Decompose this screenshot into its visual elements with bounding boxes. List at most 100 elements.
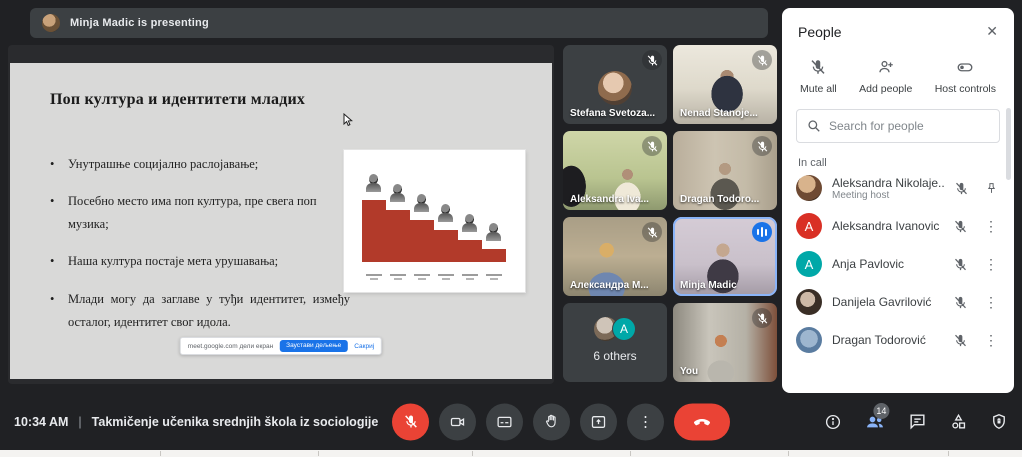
tile-aleksandra-iva[interactable]: Aleksandra Iva...	[563, 131, 667, 210]
participant-name: Anja Pavlovic	[832, 257, 943, 271]
participant-name: Danijela Gavrilović	[832, 295, 943, 309]
mute-all-button[interactable]: Mute all	[800, 58, 837, 95]
participant-name: Dragan Todorović	[832, 333, 943, 347]
hide-banner-link[interactable]: Сакриј	[354, 343, 374, 350]
more-options-button[interactable]: ⋮	[627, 403, 664, 440]
share-banner-text: meet.google.com дели екран	[188, 343, 273, 350]
tile-nenad[interactable]: Nenad Stanoje...	[673, 45, 777, 124]
chat-panel-button[interactable]	[908, 412, 927, 431]
info-icon	[824, 413, 842, 431]
divider: |	[78, 415, 81, 429]
captions-icon	[496, 413, 513, 430]
screen-share-banner: meet.google.com дели екран Заустави деље…	[180, 337, 382, 355]
add-people-button[interactable]: Add people	[859, 58, 912, 95]
close-icon[interactable]: ✕	[986, 23, 998, 40]
mic-muted-icon	[752, 308, 772, 328]
pin-icon[interactable]	[985, 181, 998, 196]
mic-off-icon	[954, 181, 969, 196]
people-panel-title: People	[798, 24, 842, 40]
meeting-details-button[interactable]	[824, 413, 842, 431]
participant-row[interactable]: Dragan Todorović ⋮	[782, 321, 1014, 359]
raise-hand-button[interactable]	[533, 403, 570, 440]
mic-muted-icon	[752, 50, 772, 70]
search-input[interactable]	[829, 119, 979, 133]
tile-others-overflow[interactable]: A 6 others	[563, 303, 667, 382]
participant-row[interactable]: A Anja Pavlovic ⋮	[782, 245, 1014, 283]
more-options-icon[interactable]: ⋮	[984, 256, 998, 273]
mic-off-icon	[953, 257, 968, 272]
tile-stefana[interactable]: Stefana Svetoza...	[563, 45, 667, 124]
mic-off-icon	[953, 333, 968, 348]
slide-bullet: Млади могу да заглаве у туђи идентитет, …	[50, 288, 350, 334]
hand-icon	[544, 414, 560, 430]
panel-scrollbar[interactable]	[1006, 108, 1011, 180]
slide-bullet: Унутрашње социјално раслојавање;	[50, 153, 350, 176]
mic-toggle-button[interactable]	[392, 403, 429, 440]
avatar	[598, 71, 632, 105]
camera-toggle-button[interactable]	[439, 403, 476, 440]
captions-button[interactable]	[486, 403, 523, 440]
others-count-label: 6 others	[593, 349, 636, 363]
mic-off-icon	[403, 414, 419, 430]
people-panel-button[interactable]: 14	[864, 412, 886, 432]
chat-icon	[908, 412, 927, 431]
participant-name: Aleksandra Ivanovic	[832, 219, 943, 233]
mic-muted-icon	[642, 50, 662, 70]
speaking-indicator-icon	[752, 222, 772, 242]
idol-portrait	[390, 184, 405, 202]
mic-off-icon	[953, 295, 968, 310]
activities-icon	[949, 412, 968, 431]
participant-list: Aleksandra Nikolaje... (You) Meeting hos…	[782, 173, 1014, 363]
tile-you[interactable]: You	[673, 303, 777, 382]
tile-name: Александра М...	[570, 280, 649, 291]
slide-bullets: Унутрашње социјално раслојавање; Посебно…	[50, 153, 350, 348]
search-icon	[807, 119, 821, 133]
idol-portrait	[366, 174, 381, 192]
tile-name: You	[680, 366, 698, 377]
meeting-toolbar: 10:34 AM | Takmičenje učenika srednjih š…	[0, 393, 1022, 450]
slide-bullet: Наша култура постаје мета урушавања;	[50, 250, 350, 273]
present-icon	[590, 413, 607, 430]
participant-role: Meeting host	[832, 190, 944, 201]
slide-title: Поп култура и идентитети младих	[50, 91, 305, 109]
participant-count-badge: 14	[873, 403, 889, 419]
avatar: A	[612, 317, 636, 341]
tile-aleksandra-m[interactable]: Александра М...	[563, 217, 667, 296]
host-controls-shield-button[interactable]	[990, 412, 1008, 431]
host-controls-button[interactable]: Host controls	[935, 58, 996, 95]
tile-name: Dragan Todoro...	[680, 194, 759, 205]
participant-row[interactable]: Dragana Rašić ⋮	[782, 359, 1014, 363]
mic-muted-icon	[752, 136, 772, 156]
shared-slide: Поп култура и идентитети младих Унутрашњ…	[10, 63, 552, 379]
stop-sharing-button[interactable]: Заустави дељење	[280, 340, 347, 352]
idol-portrait	[462, 214, 477, 232]
end-call-icon	[692, 412, 712, 432]
tile-name: Minja Madic	[680, 280, 737, 291]
avatar	[796, 175, 822, 201]
more-options-icon[interactable]: ⋮	[984, 294, 998, 311]
participant-row-host[interactable]: Aleksandra Nikolaje... (You) Meeting hos…	[782, 173, 1014, 207]
mouse-cursor	[343, 113, 353, 127]
participant-row[interactable]: A Aleksandra Ivanovic ⋮	[782, 207, 1014, 245]
people-search[interactable]	[796, 109, 1000, 143]
tile-dragan[interactable]: Dragan Todoro...	[673, 131, 777, 210]
camera-icon	[449, 413, 466, 430]
person-add-icon	[877, 58, 895, 76]
people-panel: People ✕ Mute all Add people Host contro…	[782, 8, 1014, 393]
more-options-icon[interactable]: ⋮	[984, 332, 998, 349]
participant-tiles-grid: Stefana Svetoza... Nenad Stanoje... Alek…	[563, 45, 777, 383]
tile-minja-presenting[interactable]: Minja Madic	[673, 217, 777, 296]
activities-button[interactable]	[949, 412, 968, 431]
present-screen-button[interactable]	[580, 403, 617, 440]
presenter-avatar	[42, 14, 60, 32]
page-bottom-strip	[0, 450, 1022, 457]
more-options-icon[interactable]: ⋮	[984, 218, 998, 235]
others-avatars: A	[594, 317, 636, 341]
tile-name: Aleksandra Iva...	[570, 194, 649, 205]
idol-portrait	[438, 204, 453, 222]
leave-call-button[interactable]	[674, 403, 730, 440]
presenting-notification: Minja Madic is presenting	[30, 8, 768, 38]
staircase-steps	[362, 200, 506, 262]
participant-row[interactable]: Danijela Gavrilović ⋮	[782, 283, 1014, 321]
shield-lock-icon	[990, 412, 1008, 431]
